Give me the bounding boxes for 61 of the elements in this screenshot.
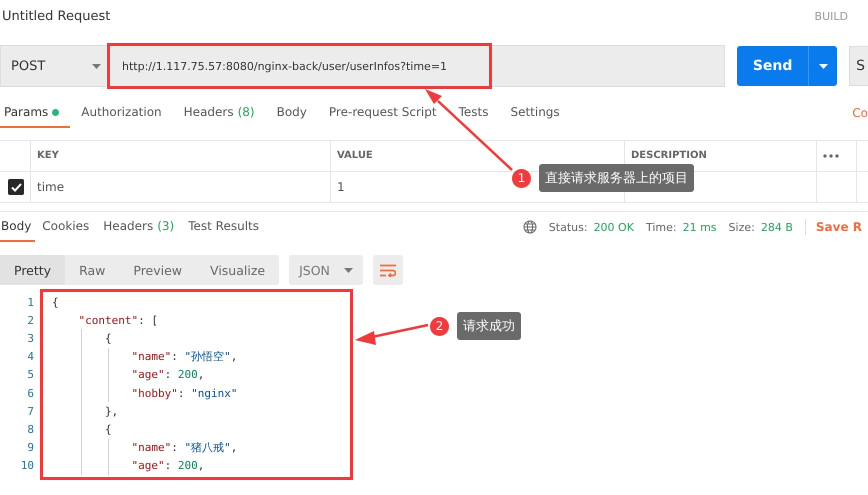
request-tab[interactable]: Headers (8) — [172, 98, 266, 128]
column-header: KEY — [37, 150, 59, 161]
code-line: { — [104, 332, 112, 345]
column-header: DESCRIPTION — [631, 150, 707, 161]
request-tab[interactable]: Body — [266, 98, 318, 128]
callout-label: 直接请求服务器上的项目 — [539, 164, 694, 192]
format-dropdown[interactable]: JSON — [289, 255, 364, 285]
code-line: "age": 200, — [131, 459, 204, 472]
request-tab[interactable]: Params — [0, 98, 70, 128]
code-line: "name": "孙悟空", — [131, 349, 238, 364]
line-number: 5 — [26, 368, 35, 382]
line-number: 10 — [20, 459, 35, 472]
param-key[interactable]: time — [37, 180, 64, 194]
view-tab[interactable]: Visualize — [196, 255, 280, 285]
send-button[interactable]: Send — [737, 46, 838, 86]
code-line: { — [104, 422, 112, 436]
wrap-button[interactable] — [373, 255, 404, 285]
status-text: Status: 200 OK — [548, 220, 634, 234]
globe-icon[interactable] — [522, 220, 537, 234]
step-badge: 2 — [430, 316, 449, 336]
line-number: 2 — [26, 314, 35, 327]
caret-icon — [92, 64, 101, 68]
more-icon[interactable] — [823, 154, 839, 158]
status-text: Size: 284 B — [728, 220, 793, 234]
code-line: "hobby": "nginx" — [131, 386, 238, 400]
code-line: "content": [ — [78, 314, 158, 327]
caret-icon — [344, 268, 354, 272]
line-number: 9 — [26, 441, 35, 454]
request-tab[interactable]: Pre-request Script — [318, 98, 448, 128]
response-tab[interactable]: Cookies — [35, 212, 96, 242]
checkbox[interactable] — [8, 179, 24, 195]
url-field[interactable]: http://1.117.75.57:8080/nginx-back/user/userInfos?time=1 — [107, 45, 726, 87]
line-number: 4 — [26, 350, 35, 364]
request-title: Untitled Request — [2, 8, 110, 24]
view-tab[interactable]: Preview — [119, 255, 196, 285]
code-line: "name": "猪八戒", — [131, 440, 238, 456]
view-tab[interactable]: Raw — [65, 255, 120, 285]
request-tab[interactable]: Settings — [499, 98, 571, 128]
code-line: }, — [104, 404, 118, 418]
line-number: 7 — [26, 404, 35, 418]
line-number: 6 — [26, 386, 35, 400]
request-tab[interactable]: Tests — [448, 98, 500, 128]
save-button[interactable]: S — [849, 46, 868, 86]
method-dropdown[interactable]: POST — [0, 45, 108, 87]
param-value[interactable]: 1 — [337, 180, 345, 194]
code-line: "age": 200, — [131, 368, 204, 382]
view-tab[interactable]: Pretty — [0, 255, 66, 285]
line-number: 8 — [26, 422, 35, 436]
response-tab[interactable]: Body — [0, 212, 36, 242]
wrap-icon — [380, 264, 396, 276]
request-tab[interactable]: Authorization — [70, 98, 173, 128]
response-tab[interactable]: Test Results — [181, 212, 266, 242]
response-tab[interactable]: Headers (3) — [96, 212, 182, 242]
callout-label: 请求成功 — [457, 312, 521, 340]
line-number: 3 — [26, 332, 35, 345]
column-header: VALUE — [337, 150, 373, 161]
status-text: Time: 21 ms — [646, 220, 717, 234]
line-number: 1 — [26, 296, 35, 309]
caret-icon — [818, 64, 828, 68]
code-line: { — [52, 296, 59, 309]
step-badge: 1 — [512, 168, 531, 188]
